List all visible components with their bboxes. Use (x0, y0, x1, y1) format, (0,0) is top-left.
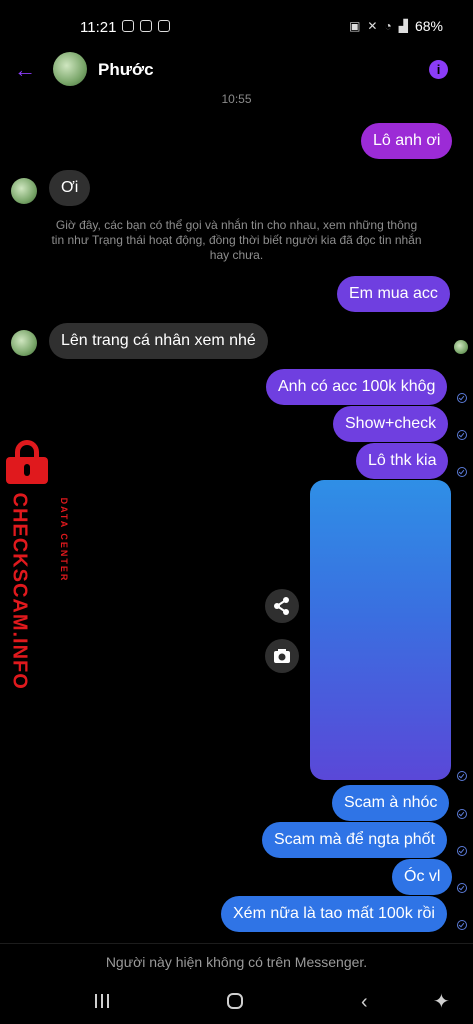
message-bubble[interactable]: Scam mà để ngta phốt (262, 822, 447, 858)
home-icon[interactable] (227, 993, 243, 1009)
watermark: CHECKSCAM.INFO DATA CENTER (4, 490, 70, 690)
chat-header: ← Phước i (0, 52, 473, 92)
lock-icon: ▣ (349, 19, 361, 33)
info-icon[interactable]: i (429, 60, 448, 79)
message-bubble[interactable]: Anh có acc 100k khôg (266, 369, 448, 405)
nav-back-icon[interactable]: ‹ (361, 991, 368, 1014)
app-notification-icon (158, 20, 170, 32)
sent-check-icon (457, 809, 467, 819)
message-bubble[interactable]: Em mua acc (337, 276, 450, 312)
share-button[interactable] (265, 589, 299, 623)
message-bubble[interactable]: Lên trang cá nhân xem nhé (49, 323, 268, 359)
message-bubble[interactable]: Xém nữa là tao mất 100k rồi (221, 896, 447, 932)
system-nav-bar: ‹ ✦ (0, 985, 473, 1024)
wifi-icon: ◔ (384, 19, 392, 33)
message-bubble[interactable]: Show+check (333, 406, 449, 442)
battery-level: 68% (414, 18, 443, 34)
message-timestamp: 10:55 (221, 92, 252, 106)
unavailable-notice: Người này hiện không có trên Messenger. (105, 954, 368, 970)
message-bubble[interactable]: Ơi (49, 170, 91, 206)
messenger-notification-icon (122, 20, 134, 32)
contact-avatar-small[interactable] (11, 330, 37, 356)
contact-avatar-small[interactable] (11, 178, 37, 204)
message-bubble[interactable]: Óc vl (392, 859, 453, 895)
sent-check-icon (457, 920, 467, 930)
message-bubble[interactable]: Lô anh ơi (361, 123, 453, 159)
sent-check-icon (457, 467, 467, 477)
contact-avatar[interactable] (53, 52, 87, 86)
back-arrow-icon[interactable]: ← (14, 59, 38, 81)
recent-apps-icon[interactable] (95, 994, 109, 1008)
sent-check-icon (457, 393, 467, 403)
shared-image[interactable] (310, 480, 451, 780)
message-bubble[interactable]: Lô thk kia (356, 443, 449, 479)
status-time: 11:21 (80, 19, 117, 36)
camera-icon (274, 649, 290, 663)
watermark-brand: CHECKSCAM.INFO (8, 492, 31, 690)
system-notice: Giờ đây, các bạn có thể gọi và nhắn tin … (51, 218, 422, 262)
image-notification-icon (140, 20, 152, 32)
share-icon (274, 597, 289, 615)
sent-check-icon (457, 430, 467, 440)
status-bar: 11:21 ▣ ✕ ◔ ▟ 68% (0, 0, 473, 52)
sent-check-icon (457, 883, 467, 893)
signal-icon: ▟ (398, 19, 408, 33)
accessibility-icon[interactable]: ✦ (433, 989, 450, 1014)
system-icons: ▣ ✕ ◔ ▟ 68% (349, 18, 443, 34)
contact-name[interactable]: Phước (98, 60, 154, 80)
notification-icons (122, 20, 170, 32)
save-image-button[interactable] (265, 639, 299, 673)
read-receipt-avatar (454, 340, 468, 354)
watermark-subtitle: DATA CENTER (59, 497, 69, 583)
sent-check-icon (457, 846, 467, 856)
divider (0, 943, 473, 944)
mute-icon: ✕ (367, 19, 378, 33)
sent-check-icon (457, 771, 467, 781)
watermark-lock-icon (6, 440, 48, 484)
message-bubble[interactable]: Scam à nhóc (332, 785, 450, 821)
